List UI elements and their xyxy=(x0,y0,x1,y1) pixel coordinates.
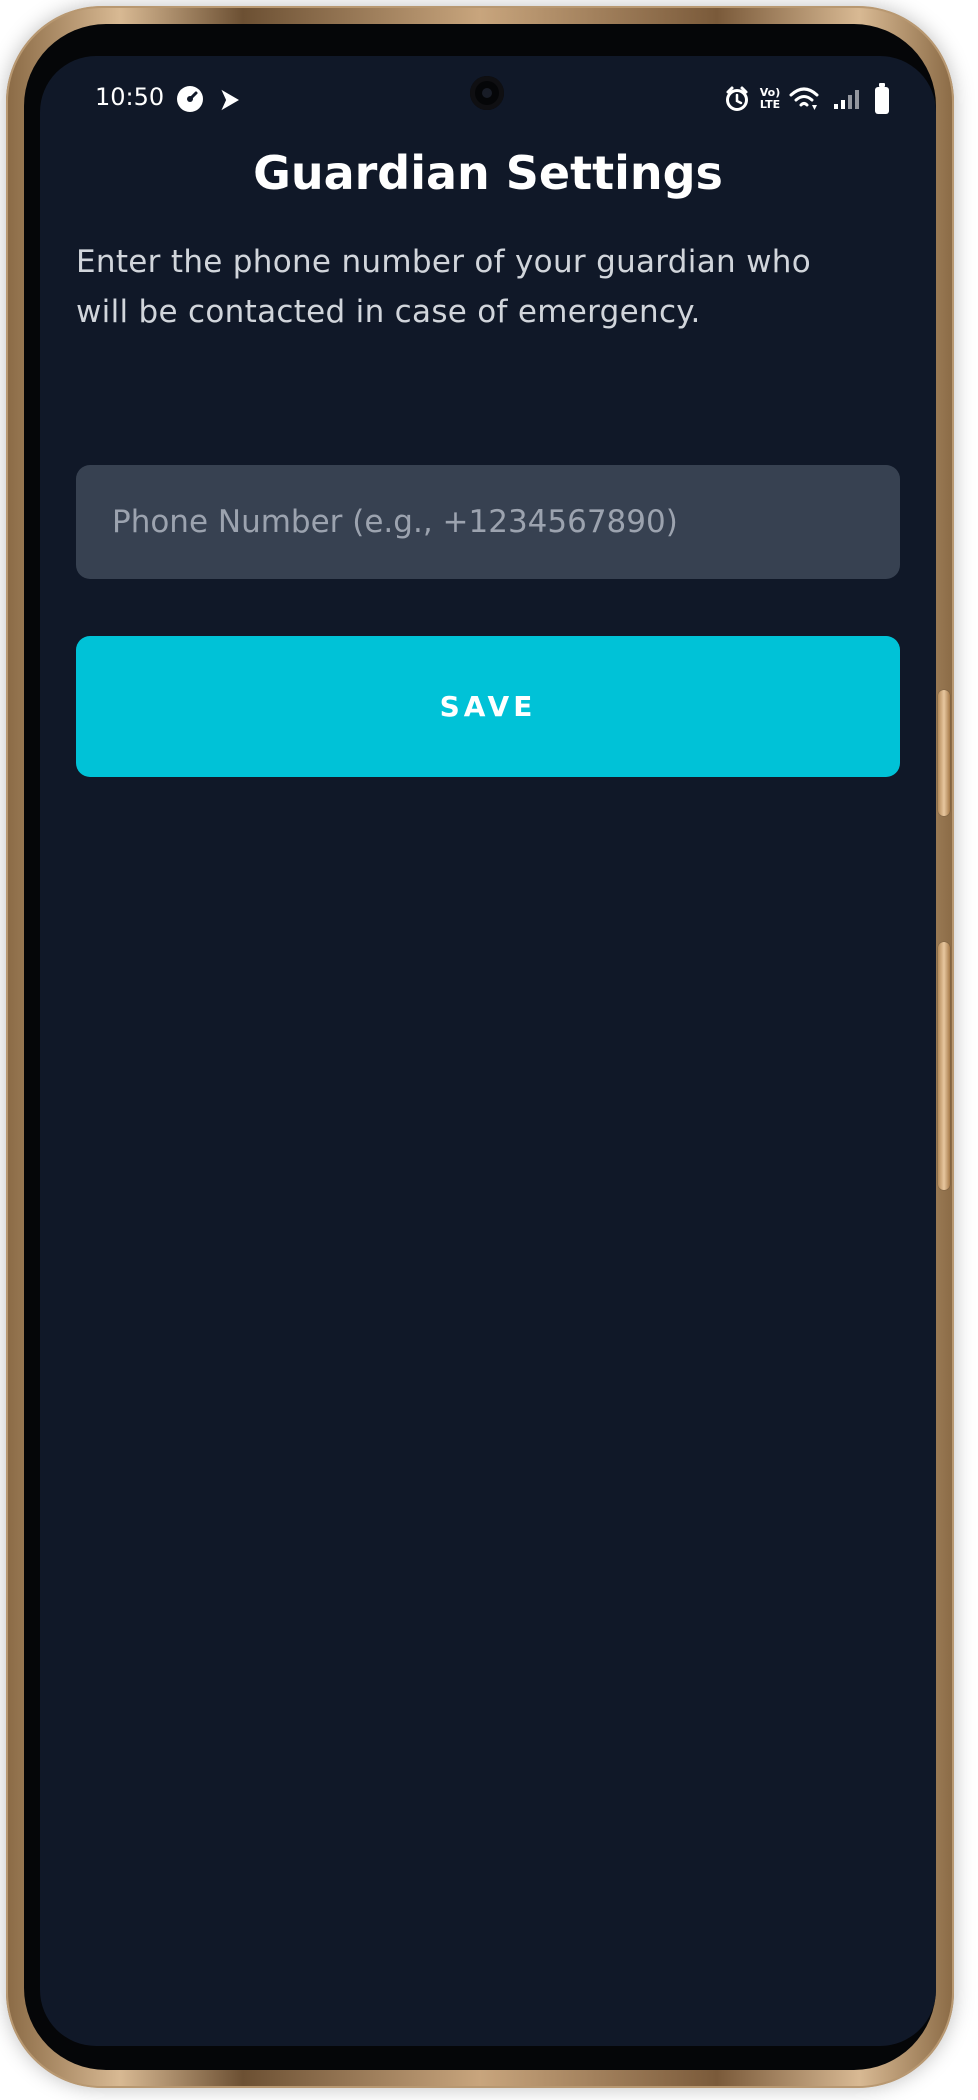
page-title: Guardian Settings xyxy=(253,146,723,200)
play-icon xyxy=(216,86,242,114)
app-screen: 10:50 Vo) LTE Guardian Settings Enter th… xyxy=(40,56,936,2046)
front-camera xyxy=(470,76,504,110)
volte-label: Vo) LTE xyxy=(759,86,781,111)
wifi-icon xyxy=(788,85,820,113)
guardian-description: Enter the phone number of your guardian … xyxy=(76,244,811,330)
volte-icon: Vo) LTE xyxy=(753,83,787,115)
speedometer-icon xyxy=(175,84,205,114)
phone-number-input[interactable] xyxy=(76,465,900,579)
volume-button xyxy=(938,690,950,816)
status-time: 10:50 xyxy=(95,83,165,111)
status-bar: 10:50 Vo) LTE xyxy=(40,56,936,148)
alarm-icon xyxy=(723,85,751,113)
power-button xyxy=(938,942,950,1190)
signal-icon xyxy=(832,87,862,111)
battery-icon xyxy=(873,82,891,116)
save-button[interactable]: SAVE xyxy=(76,636,900,777)
phone-frame: 10:50 Vo) LTE Guardian Settings Enter th… xyxy=(6,6,954,2088)
